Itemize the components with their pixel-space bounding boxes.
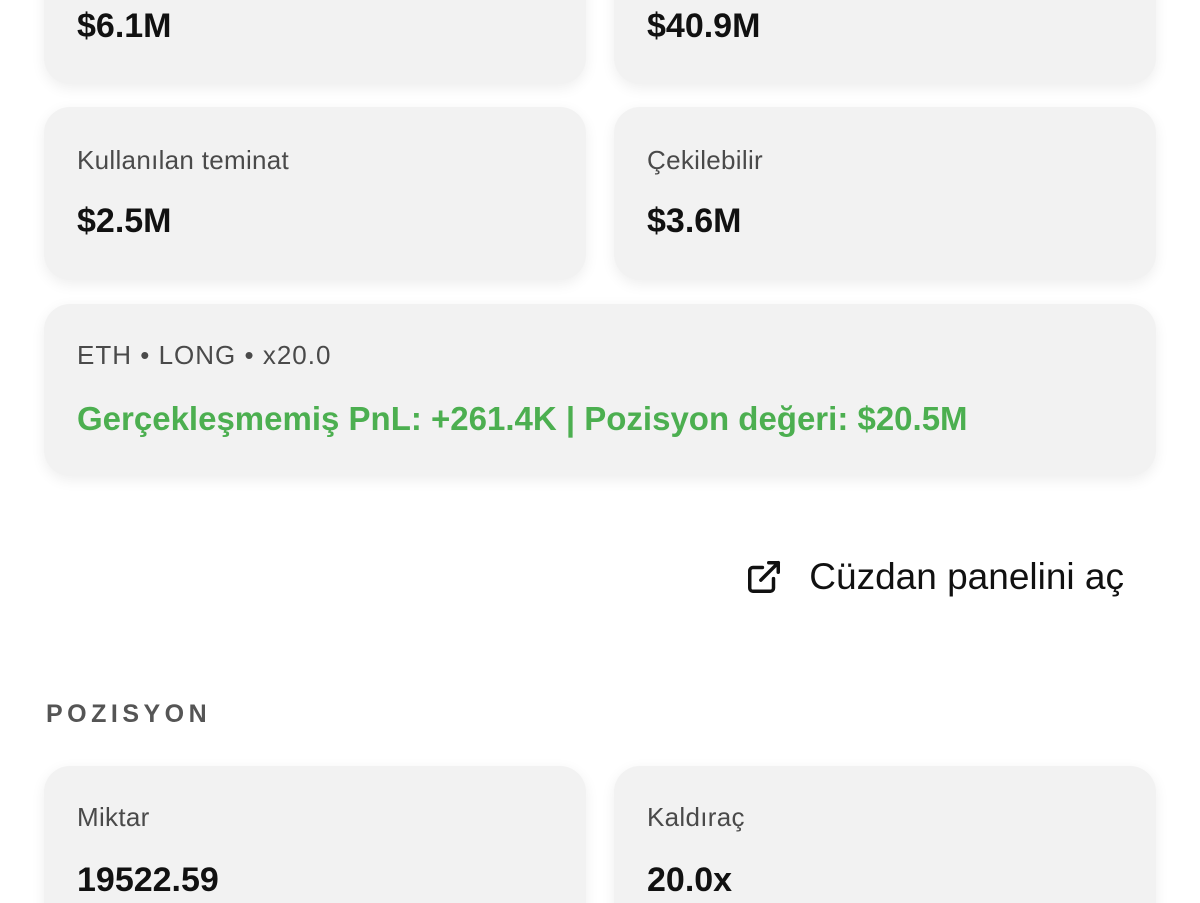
used-margin-value: $2.5M xyxy=(77,202,172,240)
unrealized-pnl: Gerçekleşmemiş PnL: +261.4K | Pozisyon d… xyxy=(77,400,968,437)
amount-value: 19522.59 xyxy=(77,861,219,899)
used-margin-card: Kullanılan teminat $2.5M xyxy=(44,107,586,280)
stat-value: $40.9M xyxy=(647,7,761,45)
open-wallet-dashboard-label: Cüzdan panelini aç xyxy=(809,556,1124,597)
stat-card-top-right: $40.9M xyxy=(614,0,1156,84)
amount-label: Miktar xyxy=(77,802,150,832)
used-margin-label: Kullanılan teminat xyxy=(77,145,290,175)
position-side: LONG xyxy=(158,340,237,370)
position-section-title: POZISYON xyxy=(46,700,212,728)
meta-separator: • xyxy=(244,340,255,370)
position-meta: ETH • LONG • x20.0 xyxy=(77,340,331,371)
wallet-detail-page: $6.1M $40.9M Kullanılan teminat $2.5M Çe… xyxy=(0,0,1200,903)
withdrawable-value: $3.6M xyxy=(647,202,742,240)
stat-card-top-left: $6.1M xyxy=(44,0,586,84)
leverage-label: Kaldıraç xyxy=(647,802,745,832)
withdrawable-card: Çekilebilir $3.6M xyxy=(614,107,1156,280)
position-asset: ETH xyxy=(77,340,132,370)
open-wallet-dashboard-link[interactable]: Cüzdan panelini aç xyxy=(745,552,1124,602)
amount-card: Miktar 19522.59 xyxy=(44,766,586,903)
leverage-value: 20.0x xyxy=(647,861,733,899)
withdrawable-label: Çekilebilir xyxy=(647,145,763,175)
meta-separator: • xyxy=(140,340,151,370)
external-link-icon xyxy=(745,558,783,596)
leverage-card: Kaldıraç 20.0x xyxy=(614,766,1156,903)
position-summary-card[interactable]: ETH • LONG • x20.0 Gerçekleşmemiş PnL: +… xyxy=(44,304,1156,476)
position-leverage: x20.0 xyxy=(262,340,332,370)
stat-value: $6.1M xyxy=(77,7,172,45)
